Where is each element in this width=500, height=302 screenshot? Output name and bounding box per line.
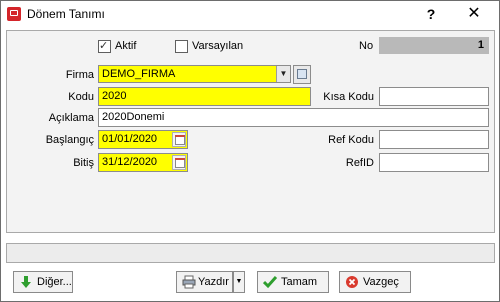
green-arrow-down-icon xyxy=(21,276,31,288)
printer-icon xyxy=(182,275,196,289)
close-button[interactable]: ✕ xyxy=(463,4,485,24)
bitis-label: Bitiş xyxy=(73,157,94,169)
yazdir-label: Yazdır xyxy=(198,276,229,288)
title-bar: Dönem Tanımı ? ✕ xyxy=(1,1,499,27)
diger-button[interactable]: Diğer... xyxy=(13,271,73,293)
firma-lookup-button[interactable] xyxy=(293,65,311,84)
tamam-button[interactable]: Tamam xyxy=(257,271,329,293)
vazgec-label: Vazgeç xyxy=(363,276,399,288)
baslangic-value: 01/01/2020 xyxy=(102,133,158,145)
vazgec-button[interactable]: Vazgeç xyxy=(339,271,411,293)
dialog-window: Dönem Tanımı ? ✕ Aktif Varsayılan No 1 F… xyxy=(0,0,500,302)
lookup-list-icon xyxy=(297,69,307,79)
status-bar xyxy=(6,243,495,263)
kodu-label: Kodu xyxy=(27,91,94,103)
aciklama-input[interactable]: 2020Donemi xyxy=(98,108,489,127)
diger-label: Diğer... xyxy=(37,276,72,288)
ref-kodu-input[interactable] xyxy=(379,130,489,149)
yazdir-dropdown-button[interactable]: ▼ xyxy=(233,271,245,293)
ref-id-label: RefID xyxy=(345,157,374,169)
ref-kodu-label: Ref Kodu xyxy=(328,134,374,146)
no-label: No xyxy=(359,40,374,52)
firma-value: DEMO_FIRMA xyxy=(102,68,176,80)
checkmark-icon xyxy=(263,276,277,289)
kodu-label-text: Kodu xyxy=(68,91,94,103)
baslangic-label: Başlangıç xyxy=(45,134,94,146)
bitis-date-input[interactable]: 31/12/2020 xyxy=(98,153,188,172)
aktif-label: Aktif xyxy=(115,40,137,52)
bitis-value: 31/12/2020 xyxy=(102,156,158,168)
calendar-icon[interactable] xyxy=(172,155,186,170)
calendar-icon[interactable] xyxy=(172,132,186,147)
help-button[interactable]: ? xyxy=(421,4,441,24)
form-panel: Aktif Varsayılan No 1 Firma DEMO_FIRMA ▼… xyxy=(6,30,495,233)
ref-id-input[interactable] xyxy=(379,153,489,172)
kisa-kodu-label: Kısa Kodu xyxy=(323,91,374,103)
aciklama-label: Açıklama xyxy=(48,112,94,124)
aktif-checkbox[interactable] xyxy=(98,40,111,53)
yazdir-button[interactable]: Yazdır xyxy=(176,271,233,293)
varsayilan-checkbox[interactable] xyxy=(175,40,188,53)
varsayilan-label: Varsayılan xyxy=(192,40,244,52)
firma-label: Firma xyxy=(65,69,94,81)
window-title: Dönem Tanımı xyxy=(27,7,105,21)
kisa-kodu-input[interactable] xyxy=(379,87,489,106)
no-field: 1 xyxy=(379,37,489,54)
chevron-down-icon[interactable]: ▼ xyxy=(276,66,290,82)
cancel-icon xyxy=(346,276,358,288)
firma-select[interactable]: DEMO_FIRMA ▼ xyxy=(98,65,291,83)
app-logo-icon xyxy=(7,7,21,21)
baslangic-date-input[interactable]: 01/01/2020 xyxy=(98,130,188,149)
tamam-label: Tamam xyxy=(281,276,318,288)
kodu-input[interactable]: 2020 xyxy=(98,87,311,106)
